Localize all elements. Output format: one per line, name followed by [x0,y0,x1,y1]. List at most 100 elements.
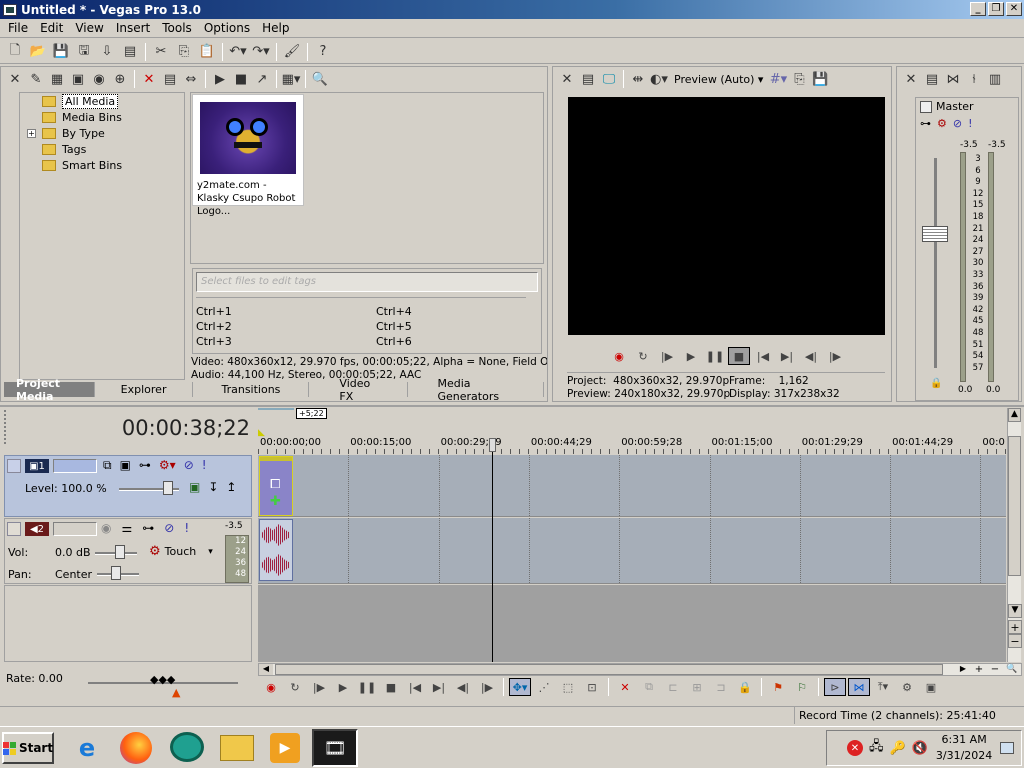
messenger-icon[interactable] [170,732,204,762]
track-name-field[interactable] [53,459,97,473]
mixer-layout-icon[interactable]: ▥ [985,69,1005,89]
lock-envelopes-icon[interactable]: ⚙ [896,678,918,696]
selection-tool-icon[interactable]: ⬚ [557,678,579,696]
tab-explorer[interactable]: Explorer [95,382,194,397]
media-thumbnail[interactable]: y2mate.com - Klasky Csupo Robot Logo... [192,94,304,217]
automation-mode[interactable]: ⚙ Touch ▾ [149,544,213,559]
clock[interactable]: 6:31 AM 3/31/2024 [936,732,992,764]
tab-video-fx[interactable]: Video FX [309,377,408,403]
stream-icon[interactable]: ⇔ [181,69,201,89]
menu-options[interactable]: Options [198,21,256,35]
lock-icon[interactable]: 🔒 [734,678,756,696]
mixer-properties-icon[interactable]: ▤ [922,69,942,89]
stop-icon[interactable]: ■ [728,347,750,365]
brush-icon[interactable]: 🖌 [281,42,303,62]
pan-slider[interactable] [111,566,121,580]
solo-icon[interactable]: ! [184,521,189,535]
track-fx-icon[interactable]: ⚌ [121,521,132,535]
previous-frame-icon[interactable]: ◀| [452,678,474,696]
envelope-tool-icon[interactable]: ⋰ [533,678,555,696]
solo-icon[interactable]: ! [968,117,972,130]
panel-close-icon[interactable]: ✕ [5,69,25,89]
media-player-icon[interactable]: ▶ [270,733,300,763]
hscroll-right-icon[interactable]: ▶ [957,664,969,675]
go-to-start-icon[interactable]: |◀ [752,347,774,365]
get-media-web-icon[interactable]: ◉ [89,69,109,89]
timeline-hscroll[interactable]: ◀ ▶ + − 🔍 [258,663,1022,676]
vegas-taskbar-button[interactable]: 🎞 [312,729,358,767]
event-pan-crop-icon[interactable]: ⧠ [270,477,280,492]
auto-preview-icon[interactable]: ↗ [252,69,272,89]
firefox-icon[interactable] [120,732,152,764]
split-icon[interactable]: ⊞ [686,678,708,696]
open-icon[interactable]: 📂 [27,42,49,62]
playback-cursor[interactable] [492,440,493,662]
tree-item-smart-bins[interactable]: Smart Bins [20,157,184,173]
overlays-icon[interactable]: #▾ [768,69,788,89]
zoom-selection-icon[interactable]: ⊡ [581,678,603,696]
h-zoom-out-icon[interactable]: − [989,664,1001,675]
menu-help[interactable]: Help [256,21,295,35]
minimize-button[interactable]: _ [970,2,986,16]
render-as-icon[interactable]: ⇩ [96,42,118,62]
mute-icon[interactable]: ⊘ [184,458,194,473]
make-compositing-parent-icon[interactable]: ↥ [226,480,236,494]
timeline-vscroll[interactable]: ▲ ▼ + − [1007,408,1022,662]
audio-track-lane[interactable] [258,518,1006,584]
arm-record-icon[interactable]: ◉ [101,521,111,535]
copy-icon[interactable]: ⎘ [173,42,195,62]
rate-slider[interactable]: ◆◆◆ [150,673,175,686]
properties-icon[interactable]: ▤ [119,42,141,62]
network-icon[interactable]: 🖧 [869,737,884,759]
tree-item-all-media[interactable]: All Media [20,93,184,109]
next-frame-icon[interactable]: |▶ [476,678,498,696]
track-name-field[interactable] [53,522,97,536]
track-motion-icon[interactable]: ⊶ [139,458,151,473]
timeline-empty-area[interactable] [258,585,1006,662]
stop-preview-icon[interactable]: ■ [231,69,251,89]
copy-snapshot-icon[interactable]: ⎘ [789,69,809,89]
mute-icon[interactable]: ⊘ [164,521,174,535]
tree-item-by-type[interactable]: + By Type [20,125,184,141]
new-icon[interactable]: 🗋 [4,42,26,62]
mixer-levels-icon[interactable]: ⫮ [964,69,984,89]
error-icon[interactable]: ✕ [847,740,863,756]
paste-icon[interactable]: 📋 [196,42,218,62]
undo-icon[interactable]: ↶▾ [227,42,249,62]
track-minimize-icon[interactable] [7,522,21,536]
play-preview-icon[interactable]: ▶ [210,69,230,89]
track-envelope-icon[interactable]: ⊶ [142,521,154,535]
get-photo-icon[interactable]: ▣ [68,69,88,89]
time-ruler[interactable]: 00:00:00;00 00:00:15;00 00:00:29;29 00:00:4… [258,436,1006,454]
video-fx-icon[interactable]: ◐▾ [649,69,669,89]
trim-end-icon[interactable]: ⊐ [710,678,732,696]
external-monitor-icon[interactable]: 🖵 [599,69,619,89]
insert-bus-icon[interactable]: ⋈ [943,69,963,89]
composite-icon[interactable]: ▣ [189,480,200,494]
menu-edit[interactable]: Edit [34,21,69,35]
show-desktop-icon[interactable] [1000,742,1015,754]
h-zoom-in-icon[interactable]: + [973,664,985,675]
loop-icon[interactable]: ↻ [284,678,306,696]
save-as-icon[interactable]: 🖫 [73,42,95,62]
track-minimize-icon[interactable] [7,459,21,473]
close-button[interactable]: ✕ [1006,2,1022,16]
stop-icon[interactable]: ■ [380,678,402,696]
import-media-icon[interactable]: ✎ [26,69,46,89]
menu-file[interactable]: File [2,21,34,35]
lock-icon[interactable]: 🔒 [930,378,942,389]
tree-item-tags[interactable]: Tags [20,141,184,157]
go-to-end-icon[interactable]: ▶| [428,678,450,696]
trim-icon[interactable]: ⧉ [638,678,660,696]
hscroll-thumb[interactable] [275,664,943,675]
audio-track-header[interactable]: ◀ 2 ◉ ⚌ ⊶ ⊘ ! Vol: 0.0 dB ⚙ Touch ▾ Pan: … [4,518,252,584]
pause-icon[interactable]: ❚❚ [356,678,378,696]
save-snapshot-icon[interactable]: 💾 [810,69,830,89]
master-fader[interactable] [922,226,948,242]
expand-icon[interactable]: + [27,128,36,138]
track-fx-icon[interactable]: ⚙▾ [159,458,176,473]
event-fx-icon[interactable]: ✚ [270,494,281,509]
parent-overlay-icon[interactable]: ▣ [120,458,131,473]
record-icon[interactable]: ◉ [260,678,282,696]
video-preview-display[interactable] [568,97,885,335]
